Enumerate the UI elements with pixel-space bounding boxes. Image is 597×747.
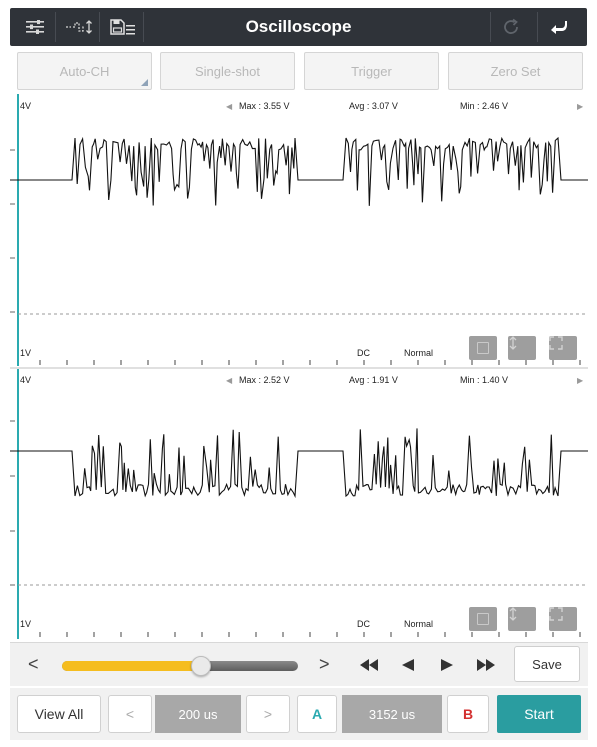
save-label: Save [532,656,562,672]
slider-fill [62,661,202,671]
save-button[interactable]: Save [514,646,580,682]
time-div-text: 200 us [178,706,218,722]
cursor-delta-value: 3152 us [342,695,442,733]
channel2-mode: Normal [404,619,434,629]
rewind-icon[interactable] [355,655,383,675]
bottom-controls: View All < 200 us > A 3152 us B Start [10,688,588,740]
view-all-button[interactable]: View All [17,695,101,733]
auto-ch-label: Auto-CH [59,63,110,79]
cursor-b-button[interactable]: B [447,695,489,733]
time-div-next-button[interactable]: > [246,695,290,733]
timeline-prev-button[interactable]: < [28,653,39,675]
cursor-a-label: A [311,706,323,722]
step-back-icon[interactable] [394,655,422,675]
meas-next-arrow-icon[interactable]: ▶ [577,376,583,385]
channel1-avg: Avg : 3.07 V [349,101,398,111]
trigger-button[interactable]: Trigger [304,52,439,90]
channel1-top-scale: 4V [20,101,32,111]
dropdown-corner-icon [141,79,148,86]
cursor-a-button[interactable]: A [297,695,337,733]
start-label: Start [524,706,554,722]
time-div-prev-button[interactable]: < [108,695,152,733]
zero-set-label: Zero Set [490,63,541,79]
channel1-coupling: DC [357,348,370,358]
channel2-expand-icon[interactable] [549,607,577,631]
channel2-bottom-scale: 1V [20,619,32,629]
signal-adjust-icon[interactable] [58,12,100,42]
channel2-max: Max : 2.52 V [239,375,290,385]
channel1-scope-panel[interactable]: 4V ◀ Max : 3.55 V Avg : 3.07 V Min : 2.4… [10,94,588,366]
channel1-bottom-scale: 1V [20,348,32,358]
channel1-expand-icon[interactable] [549,336,577,360]
channel1-graph [10,94,588,366]
cursor-delta-text: 3152 us [368,706,416,722]
meas-prev-arrow-icon[interactable]: ◀ [226,102,232,111]
mode-button-row: Auto-CH Single-shot Trigger Zero Set [17,52,583,90]
trigger-label: Trigger [351,63,392,79]
zero-set-button[interactable]: Zero Set [448,52,583,90]
channel2-min: Min : 1.40 V [460,375,509,385]
channel2-waveform [10,428,588,499]
meas-prev-arrow-icon[interactable]: ◀ [226,376,232,385]
channel1-settings-icon[interactable] [469,336,497,360]
fast-forward-icon[interactable] [472,655,500,675]
channel2-settings-icon[interactable] [469,607,497,631]
channel1-position-icon[interactable] [508,336,536,360]
time-div-prev-label: < [125,706,135,722]
channel2-scope-panel[interactable]: 4V ◀ Max : 2.52 V Avg : 1.91 V Min : 1.4… [10,369,588,639]
sliders-icon[interactable] [14,12,56,42]
channel2-coupling: DC [357,619,370,629]
cursor-b-label: B [462,706,474,722]
auto-ch-button[interactable]: Auto-CH [17,52,152,90]
view-all-label: View All [34,706,84,722]
back-arrow-icon[interactable] [537,12,577,42]
channel1-mode: Normal [404,348,434,358]
channel2-graph [10,369,588,639]
start-button[interactable]: Start [497,695,581,733]
channel2-top-scale: 4V [20,375,32,385]
time-div-value: 200 us [155,695,241,733]
step-forward-icon[interactable] [433,655,461,675]
channel1-waveform [10,136,588,206]
save-list-icon[interactable] [102,12,144,42]
timeline-next-button[interactable]: > [319,653,330,675]
single-shot-label: Single-shot [194,63,261,79]
refresh-icon[interactable] [490,12,530,42]
title-bar: Oscilloscope [10,8,587,46]
single-shot-button[interactable]: Single-shot [160,52,295,90]
meas-next-arrow-icon[interactable]: ▶ [577,102,583,111]
time-div-next-label: > [263,706,273,722]
channel2-position-icon[interactable] [508,607,536,631]
timeline-bar: < > Save [10,642,588,686]
slider-handle[interactable] [191,656,212,676]
channel2-avg: Avg : 1.91 V [349,375,398,385]
timeline-slider[interactable] [62,656,298,676]
channel1-min: Min : 2.46 V [460,101,509,111]
channel1-max: Max : 3.55 V [239,101,290,111]
